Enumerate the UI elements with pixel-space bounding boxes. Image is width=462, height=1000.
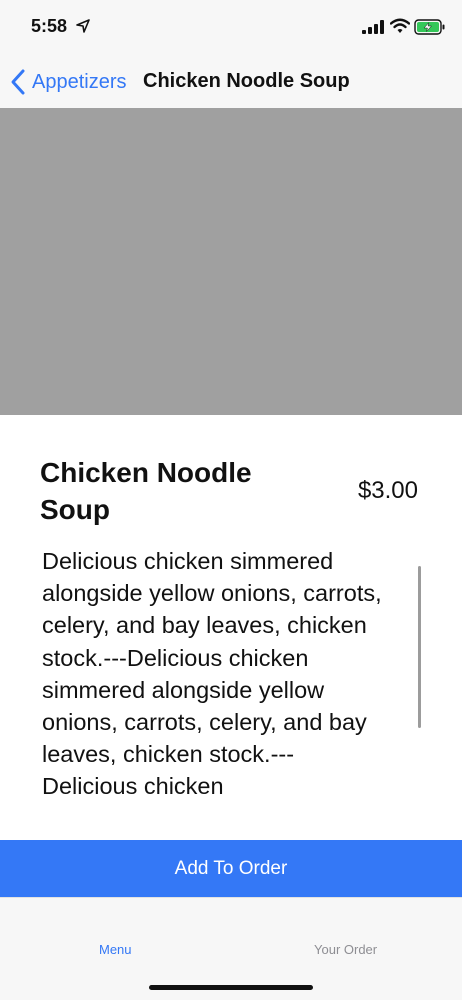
- cellular-signal-icon: [362, 20, 384, 34]
- item-image: [0, 108, 462, 415]
- navigation-bar: Appetizers Chicken Noodle Soup: [0, 56, 462, 108]
- battery-charging-icon: [414, 19, 445, 35]
- tab-menu[interactable]: Menu: [99, 942, 132, 957]
- chevron-left-icon: [11, 69, 25, 95]
- item-name: Chicken Noodle Soup: [40, 457, 252, 525]
- tab-your-order[interactable]: Your Order: [314, 942, 377, 957]
- item-description-scroll[interactable]: Delicious chicken simmered alongside yel…: [42, 545, 422, 807]
- page-title: Chicken Noodle Soup: [143, 70, 350, 92]
- back-button[interactable]: Appetizers: [10, 66, 127, 98]
- back-button-label: Appetizers: [32, 70, 127, 93]
- location-arrow-icon: [76, 19, 90, 33]
- item-description: Delicious chicken simmered alongside yel…: [42, 548, 382, 800]
- wifi-icon: [390, 18, 410, 33]
- status-bar: 5:58: [0, 0, 462, 56]
- status-time: 5:58: [31, 16, 68, 36]
- scroll-indicator[interactable]: [418, 566, 421, 728]
- item-price: $3.00: [357, 477, 418, 504]
- add-to-order-button[interactable]: Add To Order: [0, 840, 462, 897]
- home-indicator[interactable]: [149, 985, 313, 990]
